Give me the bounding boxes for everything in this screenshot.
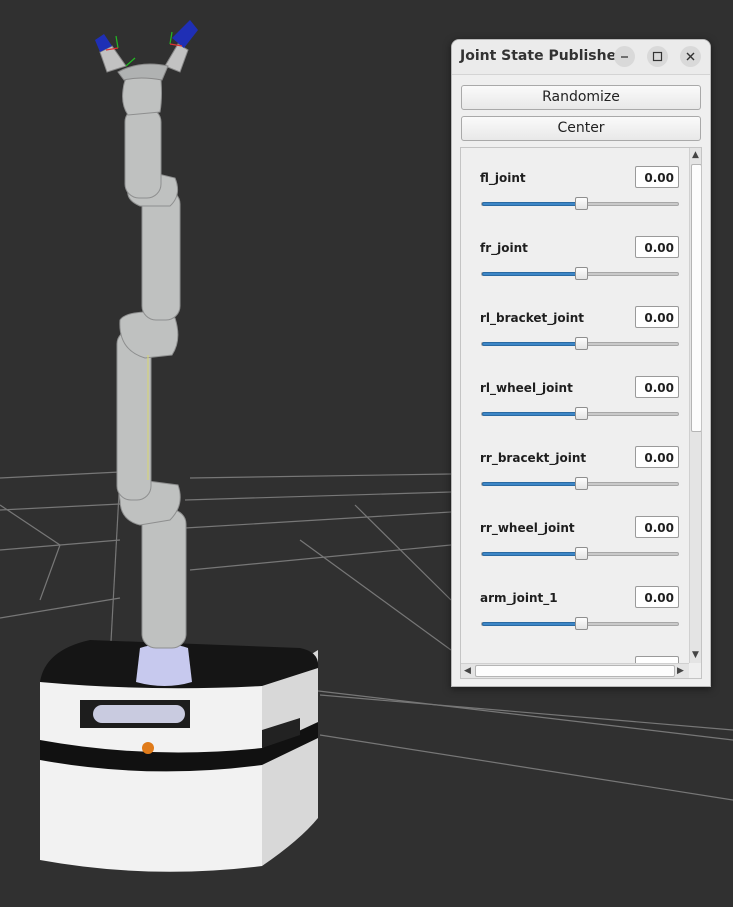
joint-state-publisher-window: Joint State Publisher Randomize Center f… xyxy=(451,39,711,687)
horizontal-scroll-thumb[interactable] xyxy=(475,665,675,677)
joint-name-label: rl_bracket_joint xyxy=(480,311,585,325)
joint-value-field[interactable]: 0.00 xyxy=(635,516,679,538)
joint-name-label: rr_wheel_joint xyxy=(480,521,575,535)
joint-value-field[interactable]: 0.00 xyxy=(635,306,679,328)
vertical-scroll-thumb[interactable] xyxy=(691,164,701,432)
joint-name-label: rl_wheel_joint xyxy=(480,381,573,395)
arm-mount xyxy=(136,644,192,686)
joints-scroll-area[interactable]: fl_joint 0.00 fr_joint 0.00 rl_bracket_joint… xyxy=(460,147,702,679)
scroll-down-icon[interactable]: ▼ xyxy=(692,650,699,660)
maximize-button[interactable] xyxy=(647,46,668,67)
joint-slider[interactable] xyxy=(481,337,679,350)
randomize-button[interactable]: Randomize xyxy=(461,85,701,110)
robot-arm xyxy=(116,65,187,649)
joint-slider-handle[interactable] xyxy=(575,267,588,280)
joint-slider-fill xyxy=(482,552,581,556)
joint-slider-handle[interactable] xyxy=(575,617,588,630)
joint-slider-handle[interactable] xyxy=(575,337,588,350)
title-bar[interactable]: Joint State Publisher xyxy=(452,40,710,75)
center-button[interactable]: Center xyxy=(461,116,701,141)
joint-slider-handle[interactable] xyxy=(575,477,588,490)
maximize-icon xyxy=(652,51,663,62)
joint-slider[interactable] xyxy=(481,547,679,560)
gripper xyxy=(95,20,198,81)
joint-value-field[interactable]: 0.00 xyxy=(635,166,679,188)
scroll-up-icon[interactable]: ▲ xyxy=(692,150,699,160)
joint-slider-handle[interactable] xyxy=(575,407,588,420)
horizontal-scrollbar[interactable]: ◀ ▶ xyxy=(461,663,689,678)
joint-slider[interactable] xyxy=(481,617,679,630)
joint-name-label: arm_joint_1 xyxy=(480,591,558,605)
minimize-icon xyxy=(621,56,628,58)
joint-slider-fill xyxy=(482,412,581,416)
joint-slider-fill xyxy=(482,482,581,486)
joint-slider-handle[interactable] xyxy=(575,197,588,210)
vertical-scrollbar[interactable]: ▲ ▼ xyxy=(689,148,701,663)
joint-slider-fill xyxy=(482,622,581,626)
minimize-button[interactable] xyxy=(614,46,635,67)
joint-slider[interactable] xyxy=(481,197,679,210)
close-button[interactable] xyxy=(680,46,701,67)
joint-name-label: fr_joint xyxy=(480,241,528,255)
joint-slider-fill xyxy=(482,272,581,276)
joint-value-field[interactable]: 0.00 xyxy=(635,446,679,468)
joint-value-field[interactable]: 0.00 xyxy=(635,376,679,398)
scroll-right-icon[interactable]: ▶ xyxy=(677,666,684,676)
joint-name-label: fl_joint xyxy=(480,171,526,185)
joint-slider[interactable] xyxy=(481,407,679,420)
scroll-left-icon[interactable]: ◀ xyxy=(464,666,471,676)
joint-slider[interactable] xyxy=(481,477,679,490)
window-title: Joint State Publisher xyxy=(460,48,623,64)
close-icon xyxy=(686,52,695,61)
joint-slider-fill xyxy=(482,202,581,206)
joint-slider[interactable] xyxy=(481,267,679,280)
joint-value-field[interactable]: 0.00 xyxy=(635,586,679,608)
joint-name-label: rr_bracekt_joint xyxy=(480,451,587,465)
joint-slider-fill xyxy=(482,342,581,346)
joint-value-field[interactable]: 0.00 xyxy=(635,236,679,258)
joint-slider-handle[interactable] xyxy=(575,547,588,560)
